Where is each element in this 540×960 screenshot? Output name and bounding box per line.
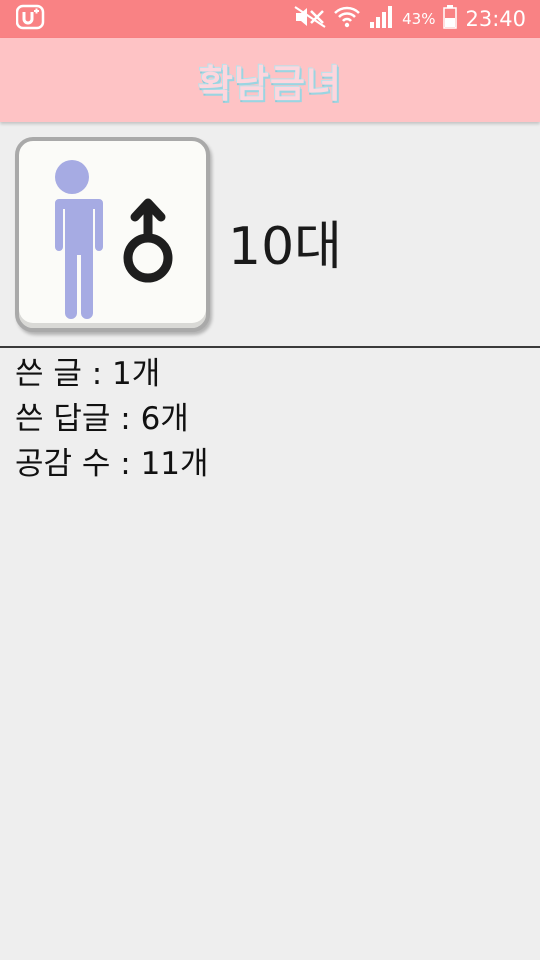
battery-icon [443,5,458,33]
u-plus-icon [15,4,46,34]
status-right: 43% 23:40 [294,5,526,33]
app-title: 확남금녀 [198,61,342,106]
mute-icon [294,6,326,32]
age-group: 10대 [228,217,343,277]
male-person-icon [19,160,206,332]
likes-count: 공감 수 : 11개 [15,446,209,482]
app-bar: 확남금녀 [0,38,540,122]
wifi-icon [334,5,361,33]
posts-count: 쓴 글 : 1개 [15,356,161,392]
status-left [15,4,46,34]
status-bar: 43% 23:40 [0,0,540,38]
avatar [15,137,210,332]
status-time: 23:40 [465,7,526,31]
user-stats: 쓴 글 : 1개 쓴 답글 : 6개 공감 수 : 11개 [15,352,209,487]
battery-percent: 43% [402,10,436,28]
signal-icon [368,5,394,33]
profile-section: 10대 [0,122,540,347]
divider [0,346,540,348]
replies-count: 쓴 답글 : 6개 [15,401,189,437]
